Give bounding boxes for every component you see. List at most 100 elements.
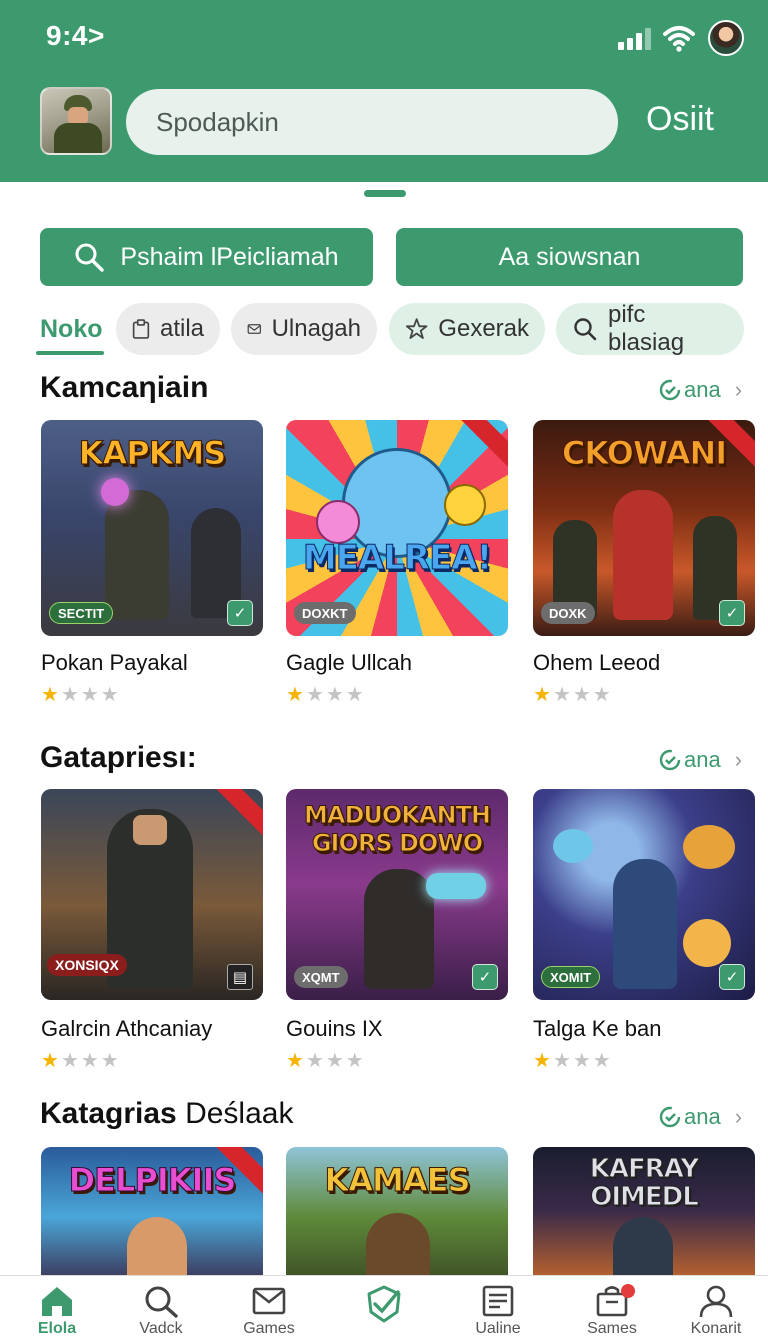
game-card[interactable]: XOMIT ✓ Talga Ke ban ★★★★ <box>533 789 755 1073</box>
thumbnail-title: KAMAES <box>324 1161 471 1200</box>
game-thumbnail[interactable]: CKOWANI DOXK ✓ <box>533 420 755 636</box>
thumbnail-title: DELPIKIIS <box>68 1161 237 1200</box>
star-icon <box>405 318 428 339</box>
thumbnail-title: MEALREA! <box>302 538 492 579</box>
search-input[interactable]: Spodapkin <box>126 89 618 155</box>
game-card[interactable]: KAPKMS SECTIT ✓ Pokan Payakal ★★★★ <box>41 420 263 707</box>
section-more-link[interactable]: ana › <box>658 747 742 773</box>
chip-pifc-blasiag[interactable]: pifc blasiag <box>556 301 744 356</box>
thumbnail-title: KAPKMS <box>78 434 227 473</box>
nav-item-ualine[interactable]: Ualine <box>443 1284 553 1338</box>
app-header: 9:4> Spodapkin Osiit <box>0 0 768 182</box>
header-action-button[interactable]: Osiit <box>646 100 714 139</box>
game-name: Galrcin Athcaniay <box>41 1016 213 1041</box>
game-card[interactable]: XONSIQX ▤ Galrcin Athcaniay ★★★★ <box>41 789 263 1073</box>
nav-item-games[interactable]: Games <box>214 1284 324 1338</box>
nav-item-home[interactable]: Elola <box>2 1284 112 1338</box>
game-thumbnail[interactable]: KAFRAY OIMEDL <box>533 1147 755 1287</box>
profile-icon <box>699 1285 733 1318</box>
check-badge-icon <box>367 1285 401 1323</box>
chip-active-tab[interactable]: Noko <box>40 315 103 344</box>
download-check-icon[interactable]: ✓ <box>719 600 745 626</box>
thumbnail-ribbon <box>214 789 263 838</box>
chip-label: Gexerak <box>438 315 529 342</box>
thumbnail-badge: XQMT <box>294 966 348 988</box>
primary-button-label: Pshaim lPeicliamah <box>120 242 339 271</box>
menu-icon[interactable]: ▤ <box>227 964 253 990</box>
thumbnail-title: CKOWANI <box>561 434 727 473</box>
drag-handle[interactable] <box>364 190 406 197</box>
search-icon <box>145 1286 178 1318</box>
chevron-right-icon: › <box>734 747 743 772</box>
nav-label: Vadck <box>139 1320 183 1337</box>
game-thumbnail[interactable]: DELPIKIIS <box>41 1147 263 1287</box>
notification-badge <box>621 1284 635 1298</box>
secondary-button[interactable]: Aa siowsnan <box>396 228 743 286</box>
home-icon <box>42 1287 72 1316</box>
game-card[interactable]: MEALREA! DOXKT Gagle Ullcah ★★★★ <box>286 420 508 707</box>
game-card[interactable]: CKOWANI DOXK ✓ Ohem Leeod ★★★★ <box>533 420 755 707</box>
section-more-link[interactable]: ana › <box>658 1104 742 1130</box>
game-thumbnail[interactable]: XONSIQX ▤ <box>41 789 263 1000</box>
thumbnail-badge: XOMIT <box>541 966 601 988</box>
game-card[interactable]: KAFRAY OIMEDL <box>533 1147 755 1287</box>
status-avatar[interactable] <box>708 20 744 56</box>
clipboard-icon <box>132 319 150 339</box>
download-check-icon[interactable]: ✓ <box>227 600 253 626</box>
game-thumbnail[interactable]: XOMIT ✓ <box>533 789 755 1000</box>
nav-item-search[interactable]: Vadck <box>106 1284 216 1338</box>
refresh-icon <box>659 1106 681 1128</box>
download-check-icon[interactable]: ✓ <box>719 964 745 990</box>
primary-search-button[interactable]: Pshaim lPeicliamah <box>40 228 373 286</box>
star-rating: ★★★★ <box>533 684 613 706</box>
game-thumbnail[interactable]: KAPKMS SECTIT ✓ <box>41 420 263 636</box>
section-more-label: ana <box>684 377 721 402</box>
game-thumbnail[interactable]: MEALREA! DOXKT <box>286 420 508 636</box>
section-more-label: ana <box>684 1104 721 1129</box>
active-tab-underline <box>36 351 104 355</box>
document-icon <box>482 1285 514 1317</box>
status-bar: 9:4> <box>0 0 768 72</box>
profile-avatar[interactable] <box>40 87 112 155</box>
nav-label: Konarit <box>690 1320 742 1337</box>
mail-icon <box>252 1287 286 1315</box>
chip-label: Ulnagah <box>271 315 361 342</box>
chevron-right-icon: › <box>734 377 743 402</box>
secondary-button-label: Aa siowsnan <box>498 242 641 271</box>
mail-icon <box>247 324 261 334</box>
chip-atila[interactable]: atila <box>116 303 220 355</box>
game-card[interactable]: MADUOKANTH GIORS DOWO XQMT ✓ Gouins IX ★… <box>286 789 508 1073</box>
search-icon <box>574 318 597 341</box>
game-card[interactable]: KAMAES <box>286 1147 508 1287</box>
nav-item-profile[interactable]: Konarit <box>661 1284 768 1338</box>
section-title: Kamcaηiain <box>40 371 209 404</box>
thumbnail-badge: XONSIQX <box>47 954 127 976</box>
status-time: 9:4> <box>46 20 105 51</box>
thumbnail-title: KAFRAY OIMEDL <box>589 1154 700 1212</box>
thumbnail-title: MADUOKANTH GIORS DOWO <box>304 801 492 858</box>
nav-item-center[interactable] <box>329 1284 439 1326</box>
section-more-label: ana <box>684 747 721 772</box>
star-rating: ★★★★ <box>286 1050 366 1072</box>
signal-icon <box>618 28 656 50</box>
game-name: Gagle Ullcah <box>286 650 412 675</box>
section-more-link[interactable]: ana › <box>658 377 742 403</box>
section-title-bold: Katagrias <box>40 1097 177 1130</box>
game-name: Gouins IX <box>286 1016 383 1041</box>
download-check-icon[interactable]: ✓ <box>472 964 498 990</box>
filter-chips: Noko atila Ulnagah Gexerak pifc blasiag <box>0 301 768 361</box>
star-rating: ★★★★ <box>533 1050 613 1072</box>
refresh-icon <box>659 749 681 771</box>
bottom-nav: Elola Vadck Games Ualine Sames Konarit <box>0 1275 768 1344</box>
game-card[interactable]: DELPIKIIS <box>41 1147 263 1287</box>
chip-gexerak[interactable]: Gexerak <box>389 303 545 355</box>
nav-label: Ualine <box>475 1320 521 1337</box>
game-thumbnail[interactable]: KAMAES <box>286 1147 508 1287</box>
section-title: Gatapriesı: <box>40 741 197 774</box>
search-icon <box>75 243 105 272</box>
nav-item-sames[interactable]: Sames <box>557 1284 667 1338</box>
thumbnail-ribbon <box>459 420 508 469</box>
game-thumbnail[interactable]: MADUOKANTH GIORS DOWO XQMT ✓ <box>286 789 508 1000</box>
nav-label: Sames <box>587 1320 637 1337</box>
chip-ulnagah[interactable]: Ulnagah <box>231 303 377 355</box>
